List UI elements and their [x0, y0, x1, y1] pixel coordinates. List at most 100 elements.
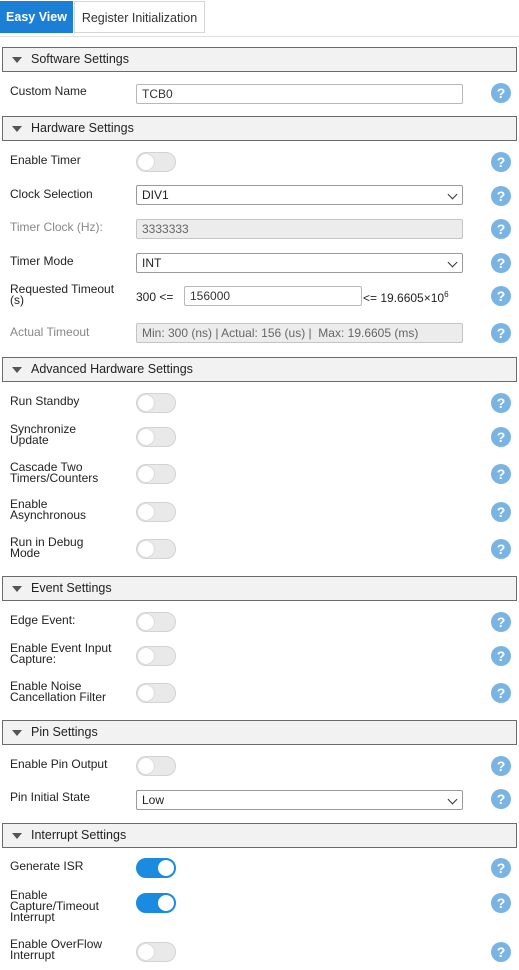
requested-timeout-max-text: <= 19.6605×10 [363, 291, 445, 305]
custom-name-input[interactable] [136, 84, 463, 104]
generate-isr-toggle[interactable] [136, 858, 176, 878]
toggle-knob [138, 466, 154, 482]
event-input-capture-toggle[interactable] [136, 646, 176, 666]
tab-easy-view[interactable]: Easy View [0, 1, 73, 33]
pin-output-toggle[interactable] [136, 756, 176, 776]
section-advanced-hardware-settings[interactable]: Advanced Hardware Settings [2, 357, 517, 382]
clock-selection-value: DIV1 [142, 188, 169, 202]
edge-event-toggle[interactable] [136, 612, 176, 632]
requested-timeout-label: Requested Timeout (s) [10, 282, 115, 307]
timer-mode-select[interactable]: INT [136, 253, 463, 273]
overflow-interrupt-toggle[interactable] [136, 942, 176, 962]
tab-register-initialization[interactable]: Register Initialization [74, 1, 205, 33]
help-icon[interactable]: ? [491, 539, 511, 559]
toggle-knob [138, 395, 154, 411]
capture-timeout-interrupt-toggle[interactable] [136, 893, 176, 913]
cascade-timers-label: Cascade Two Timers/Counters [10, 461, 99, 485]
toggle-knob [138, 154, 154, 170]
cascade-timers-label-line2: Timers/Counters [10, 471, 99, 485]
help-icon[interactable]: ? [491, 464, 511, 484]
toggle-knob [138, 944, 154, 960]
requested-timeout-label-line1: Requested Timeout [10, 282, 115, 296]
section-title: Advanced Hardware Settings [31, 362, 193, 376]
help-icon[interactable]: ? [491, 858, 511, 878]
noise-cancellation-label: Enable Noise Cancellation Filter [10, 680, 106, 703]
help-icon[interactable]: ? [491, 789, 511, 809]
section-hardware-settings[interactable]: Hardware Settings [2, 116, 517, 141]
section-title: Event Settings [31, 581, 112, 595]
help-icon[interactable]: ? [491, 502, 511, 522]
timer-mode-value: INT [142, 256, 162, 270]
help-icon[interactable]: ? [491, 286, 511, 306]
help-icon[interactable]: ? [491, 612, 511, 632]
overflow-interrupt-label-line2: Interrupt [10, 948, 55, 962]
triangle-down-icon [12, 730, 22, 736]
cascade-timers-toggle[interactable] [136, 464, 176, 484]
synchronize-update-toggle[interactable] [136, 427, 176, 447]
actual-timeout-label: Actual Timeout [10, 325, 90, 339]
run-standby-label: Run Standby [10, 394, 80, 408]
toggle-knob [138, 758, 154, 774]
pin-initial-state-label: Pin Initial State [10, 790, 91, 804]
section-pin-settings[interactable]: Pin Settings [2, 720, 517, 745]
help-icon[interactable]: ? [491, 683, 511, 703]
help-icon[interactable]: ? [491, 253, 511, 273]
section-event-settings[interactable]: Event Settings [2, 576, 517, 601]
event-input-capture-label: Enable Event Input Capture: [10, 642, 111, 666]
section-interrupt-settings[interactable]: Interrupt Settings [2, 823, 517, 848]
toggle-knob [138, 429, 154, 445]
clock-selection-label: Clock Selection [10, 187, 93, 201]
help-icon[interactable]: ? [491, 756, 511, 776]
noise-cancellation-toggle[interactable] [136, 683, 176, 703]
requested-timeout-max-exponent: 6 [444, 290, 449, 299]
requested-timeout-max: <= 19.6605×106 [363, 290, 449, 305]
clock-selection-select[interactable]: DIV1 [136, 185, 463, 205]
help-icon[interactable]: ? [491, 186, 511, 206]
generate-isr-label: Generate ISR [10, 859, 84, 873]
view-tabs: Easy View Register Initialization [0, 0, 519, 37]
actual-timeout-field [136, 323, 463, 343]
enable-timer-toggle[interactable] [136, 152, 176, 172]
section-title: Interrupt Settings [31, 828, 127, 842]
help-icon[interactable]: ? [491, 427, 511, 447]
synchronize-update-label-line2: Update [10, 433, 49, 447]
requested-timeout-input[interactable] [184, 286, 362, 306]
help-icon[interactable]: ? [491, 393, 511, 413]
help-icon[interactable]: ? [491, 83, 511, 103]
requested-timeout-label-line2: (s) [10, 293, 24, 307]
chevron-down-icon [447, 189, 458, 200]
help-icon[interactable]: ? [491, 323, 511, 343]
run-standby-toggle[interactable] [136, 393, 176, 413]
chevron-down-icon [447, 794, 458, 805]
event-input-capture-label-line2: Capture: [10, 652, 57, 666]
help-icon[interactable]: ? [491, 646, 511, 666]
pin-initial-state-value: Low [142, 793, 165, 807]
section-title: Software Settings [31, 52, 129, 66]
toggle-knob [138, 614, 154, 630]
toggle-knob [138, 541, 154, 557]
triangle-down-icon [12, 833, 22, 839]
help-icon[interactable]: ? [491, 219, 511, 239]
toggle-knob [158, 860, 174, 876]
section-title: Hardware Settings [31, 121, 134, 135]
enable-timer-label: Enable Timer [10, 153, 81, 167]
chevron-down-icon [447, 257, 458, 268]
run-in-debug-toggle[interactable] [136, 539, 176, 559]
triangle-down-icon [12, 586, 22, 592]
edge-event-label: Edge Event: [10, 613, 76, 627]
enable-asynchronous-toggle[interactable] [136, 502, 176, 522]
help-icon[interactable]: ? [491, 942, 511, 962]
toggle-knob [158, 895, 174, 911]
triangle-down-icon [12, 57, 22, 63]
capture-timeout-interrupt-label-line3: Interrupt [10, 910, 55, 924]
capture-timeout-interrupt-label: Enable Capture/Timeout Interrupt [10, 889, 99, 924]
overflow-interrupt-label: Enable OverFlow Interrupt [10, 938, 102, 962]
pin-initial-state-select[interactable]: Low [136, 790, 463, 810]
custom-name-label: Custom Name [10, 84, 87, 98]
toggle-knob [138, 504, 154, 520]
help-icon[interactable]: ? [491, 893, 511, 913]
section-software-settings[interactable]: Software Settings [2, 47, 517, 72]
triangle-down-icon [12, 367, 22, 373]
toggle-knob [138, 685, 154, 701]
help-icon[interactable]: ? [491, 152, 511, 172]
